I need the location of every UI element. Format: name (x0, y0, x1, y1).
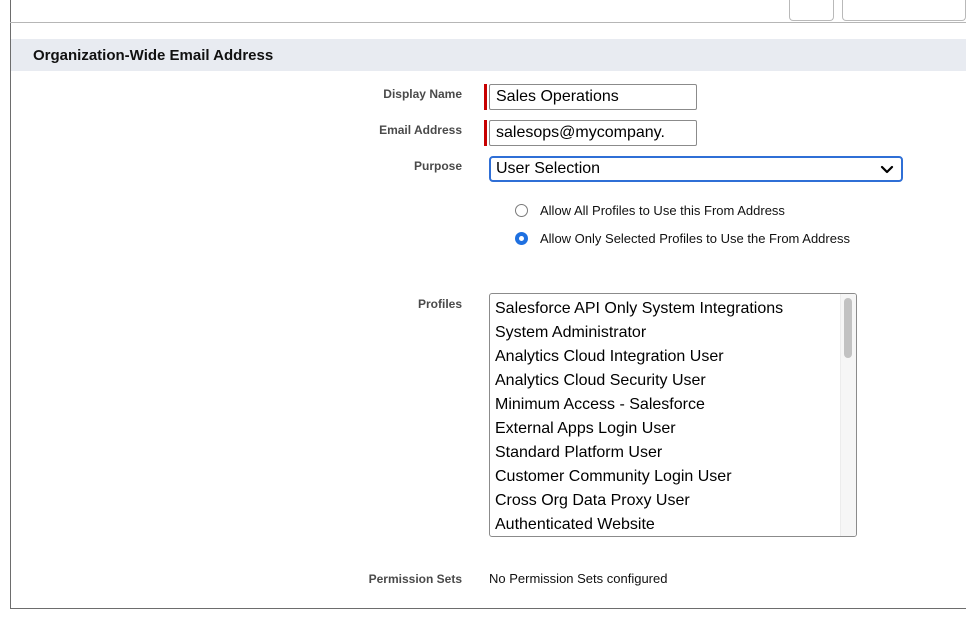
top-divider (10, 22, 966, 23)
radio-label: Allow All Profiles to Use this From Addr… (540, 203, 785, 218)
list-item[interactable]: Analytics Cloud Integration User (495, 345, 856, 369)
purpose-label: Purpose (413, 159, 462, 173)
list-item[interactable]: Standard Platform User (495, 441, 856, 465)
required-indicator (484, 84, 487, 110)
display-name-label: Display Name (383, 87, 462, 101)
list-item[interactable]: Minimum Access - Salesforce (495, 393, 856, 417)
permission-sets-label: Permission Sets (368, 572, 462, 586)
purpose-selected-value: User Selection (496, 160, 601, 177)
email-address-label: Email Address (379, 123, 462, 137)
list-item[interactable]: System Administrator (495, 321, 856, 345)
list-item[interactable]: Salesforce API Only System Integrations (495, 297, 856, 321)
top-button-1[interactable] (789, 0, 834, 21)
profiles-label: Profiles (417, 297, 462, 311)
email-address-input[interactable]: salesops@mycompany. (489, 120, 697, 146)
radio-label: Allow Only Selected Profiles to Use the … (540, 231, 850, 246)
scrollbar[interactable] (840, 294, 856, 536)
permission-sets-value: No Permission Sets configured (489, 571, 668, 586)
list-item[interactable]: External Apps Login User (495, 417, 856, 441)
display-name-input[interactable]: Sales Operations (489, 84, 697, 110)
list-item[interactable]: Cross Org Data Proxy User (495, 489, 856, 513)
chevron-down-icon (879, 160, 895, 178)
radio-button[interactable] (515, 204, 528, 217)
section-title: Organization-Wide Email Address (33, 47, 274, 64)
radio-allow-all[interactable]: Allow All Profiles to Use this From Addr… (515, 203, 785, 218)
section-header: Organization-Wide Email Address (11, 39, 966, 71)
list-item[interactable]: Analytics Cloud Security User (495, 369, 856, 393)
profiles-listbox[interactable]: Salesforce API Only System Integrations … (489, 293, 857, 537)
radio-button-selected[interactable] (515, 232, 528, 245)
radio-allow-selected[interactable]: Allow Only Selected Profiles to Use the … (515, 231, 850, 246)
purpose-select[interactable]: User Selection (489, 156, 903, 182)
scrollbar-thumb[interactable] (844, 298, 852, 358)
required-indicator (484, 120, 487, 146)
list-item[interactable]: Authenticated Website (495, 513, 856, 536)
top-button-2[interactable] (842, 0, 966, 21)
list-item[interactable]: Customer Community Login User (495, 465, 856, 489)
